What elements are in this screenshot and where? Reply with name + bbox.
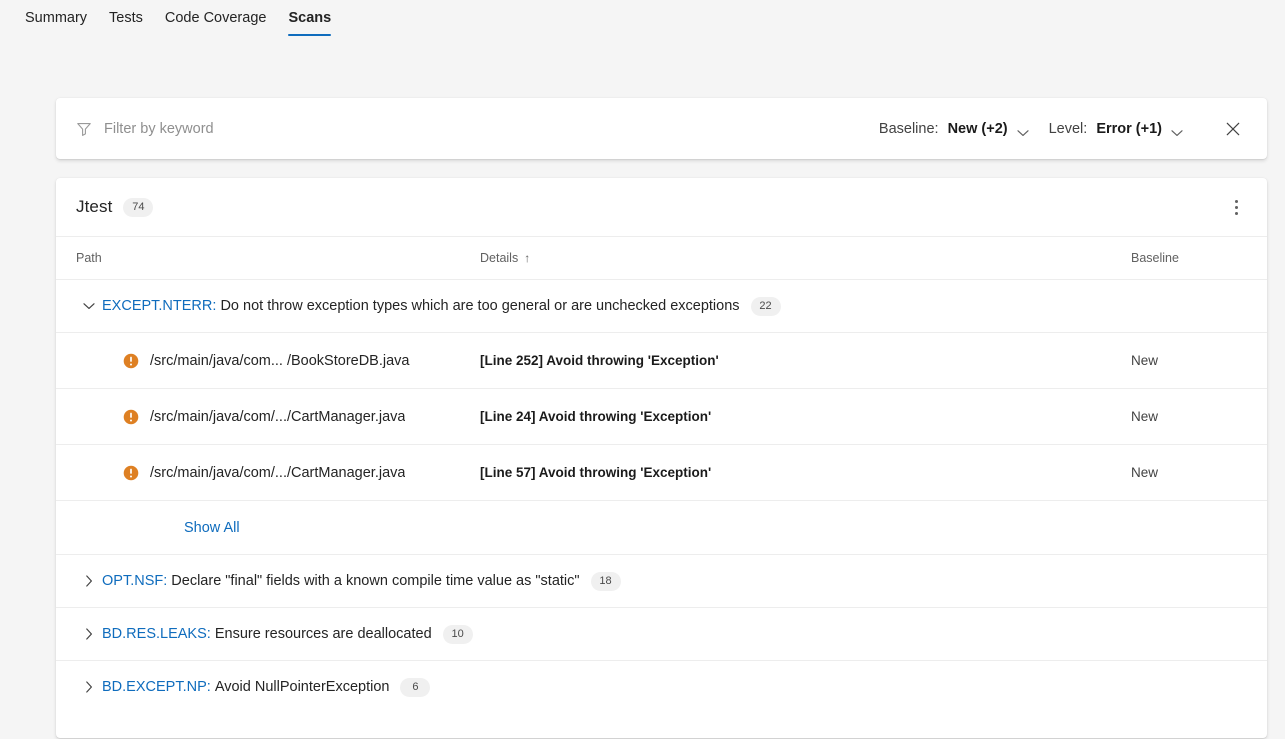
- filter-controls: Baseline: New (+2) Level: Error (+1): [869, 113, 1249, 145]
- tab-label: Code Coverage: [164, 10, 267, 26]
- column-header-baseline-label: Baseline: [1131, 251, 1179, 265]
- rule-count-badge: 6: [400, 677, 431, 697]
- active-tab-indicator: [288, 34, 332, 36]
- scan-results-table: Path Details ↑ Baseline EXCEPT.NTERR: Do…: [56, 236, 1267, 713]
- show-all-row[interactable]: Show All: [56, 500, 1267, 554]
- page-body: Baseline: New (+2) Level: Error (+1): [0, 98, 1285, 738]
- level-filter-label: Level:: [1048, 120, 1088, 137]
- column-header-details-label: Details: [480, 251, 519, 265]
- keyword-filter-group: [76, 120, 869, 137]
- issue-baseline-cell: New: [1127, 464, 1267, 482]
- rule-count-badge: 22: [750, 296, 781, 316]
- issue-baseline: New: [1131, 464, 1159, 480]
- tab-label: Tests: [109, 10, 143, 26]
- issue-details-cell: [Line 24] Avoid throwing 'Exception': [480, 408, 1127, 426]
- issue-baseline: New: [1131, 408, 1159, 424]
- chevron-down-icon[interactable]: [76, 302, 102, 310]
- rule-id-link[interactable]: BD.EXCEPT.NP:: [102, 679, 211, 695]
- rule-description-text: Ensure resources are deallocated: [214, 626, 432, 642]
- error-circle-icon: [123, 353, 139, 369]
- issue-baseline-cell: New: [1127, 408, 1267, 426]
- table-header-row: Path Details ↑ Baseline: [56, 236, 1267, 279]
- chevron-right-icon[interactable]: [76, 681, 102, 693]
- close-icon: [1225, 121, 1241, 137]
- chevron-down-icon: [1017, 125, 1029, 136]
- rule-group-row[interactable]: BD.EXCEPT.NP: Avoid NullPointerException…: [56, 660, 1267, 713]
- column-header-path-label: Path: [76, 251, 102, 265]
- show-all-link[interactable]: Show All: [56, 520, 240, 536]
- rule-group-row[interactable]: OPT.NSF: Declare "final" fields with a k…: [56, 554, 1267, 607]
- table-row[interactable]: /src/main/java/com/.../CartManager.java …: [56, 444, 1267, 500]
- issue-baseline-cell: New: [1127, 352, 1267, 370]
- rule-description-text: Avoid NullPointerException: [214, 679, 390, 695]
- table-row[interactable]: /src/main/java/com/.../CartManager.java …: [56, 388, 1267, 444]
- kebab-dot: [1234, 199, 1238, 203]
- tab-label: Scans: [288, 10, 332, 26]
- rule-description: Declare "final" fields with a known comp…: [167, 573, 579, 589]
- rule-description: Do not throw exception types which are t…: [216, 298, 739, 314]
- rule-description: Ensure resources are deallocated: [211, 626, 432, 642]
- error-circle-icon: [123, 409, 139, 425]
- filter-bar: Baseline: New (+2) Level: Error (+1): [56, 98, 1267, 159]
- rule-count-badge: 18: [590, 571, 621, 591]
- rule-group-row[interactable]: EXCEPT.NTERR: Do not throw exception typ…: [56, 279, 1267, 332]
- tab-code-coverage[interactable]: Code Coverage: [154, 9, 278, 40]
- tab-strip: Summary Tests Code Coverage Scans: [0, 0, 1285, 40]
- rule-description: Avoid NullPointerException: [211, 679, 390, 695]
- issue-details: [Line 24] Avoid throwing 'Exception': [480, 408, 712, 424]
- scan-tool-header: Jtest 74: [56, 178, 1267, 236]
- chevron-right-icon[interactable]: [76, 575, 102, 587]
- column-header-baseline[interactable]: Baseline: [1127, 251, 1267, 265]
- chevron-right-icon[interactable]: [76, 628, 102, 640]
- rule-description-text: Declare "final" fields with a known comp…: [171, 573, 580, 589]
- baseline-filter-dropdown[interactable]: Baseline: New (+2): [869, 115, 1039, 143]
- kebab-dot: [1234, 205, 1238, 209]
- issue-details: [Line 57] Avoid throwing 'Exception': [480, 464, 712, 480]
- tab-summary[interactable]: Summary: [14, 9, 98, 40]
- filter-funnel-icon: [76, 121, 92, 137]
- tab-label: Summary: [25, 10, 88, 26]
- rule-group-row[interactable]: BD.RES.LEAKS: Ensure resources are deall…: [56, 607, 1267, 660]
- issue-path: /src/main/java/com... /BookStoreDB.java: [150, 352, 410, 369]
- issue-details-cell: [Line 57] Avoid throwing 'Exception': [480, 464, 1127, 482]
- error-circle-icon: [123, 465, 139, 481]
- level-filter-value: Error (+1): [1096, 120, 1162, 137]
- issue-baseline: New: [1131, 352, 1159, 368]
- baseline-filter-value: New (+2): [947, 120, 1008, 137]
- rule-description-text: Do not throw exception types which are t…: [220, 298, 740, 314]
- column-header-path[interactable]: Path: [56, 251, 480, 265]
- column-header-details[interactable]: Details ↑: [480, 251, 1127, 265]
- kebab-dot: [1234, 211, 1238, 215]
- table-row[interactable]: /src/main/java/com... /BookStoreDB.java …: [56, 332, 1267, 388]
- rule-group-content: EXCEPT.NTERR: Do not throw exception typ…: [56, 296, 781, 316]
- tab-scans[interactable]: Scans: [277, 9, 342, 40]
- scan-tool-name: Jtest: [76, 197, 113, 216]
- issue-path-cell: /src/main/java/com/.../CartManager.java: [56, 409, 480, 425]
- sort-ascending-icon: ↑: [524, 251, 531, 265]
- issue-path: /src/main/java/com/.../CartManager.java: [150, 408, 406, 425]
- issue-details: [Line 252] Avoid throwing 'Exception': [480, 352, 719, 368]
- chevron-down-icon: [1171, 125, 1183, 136]
- issue-path: /src/main/java/com/.../CartManager.java: [150, 464, 406, 481]
- more-vertical-icon[interactable]: [1221, 192, 1251, 222]
- rule-group-content: BD.RES.LEAKS: Ensure resources are deall…: [56, 624, 473, 644]
- issue-path-cell: /src/main/java/com/.../CartManager.java: [56, 465, 480, 481]
- baseline-filter-label: Baseline:: [878, 120, 939, 137]
- issue-details-cell: [Line 252] Avoid throwing 'Exception': [480, 352, 1127, 370]
- clear-filters-button[interactable]: [1217, 113, 1249, 145]
- scan-results-card: Jtest 74 Path Details ↑ Baseline EXCEPT.…: [56, 178, 1267, 738]
- rule-count-badge: 10: [442, 624, 473, 644]
- rule-id-link[interactable]: BD.RES.LEAKS:: [102, 626, 211, 642]
- tab-tests[interactable]: Tests: [98, 9, 154, 40]
- rule-id-link[interactable]: EXCEPT.NTERR:: [102, 298, 216, 314]
- search-input[interactable]: [104, 120, 524, 137]
- rule-group-content: BD.EXCEPT.NP: Avoid NullPointerException…: [56, 677, 431, 697]
- scan-tool-count-badge: 74: [123, 197, 154, 217]
- rule-group-content: OPT.NSF: Declare "final" fields with a k…: [56, 571, 621, 591]
- issue-path-cell: /src/main/java/com... /BookStoreDB.java: [56, 353, 480, 369]
- rule-id-link[interactable]: OPT.NSF:: [102, 573, 167, 589]
- level-filter-dropdown[interactable]: Level: Error (+1): [1039, 115, 1193, 143]
